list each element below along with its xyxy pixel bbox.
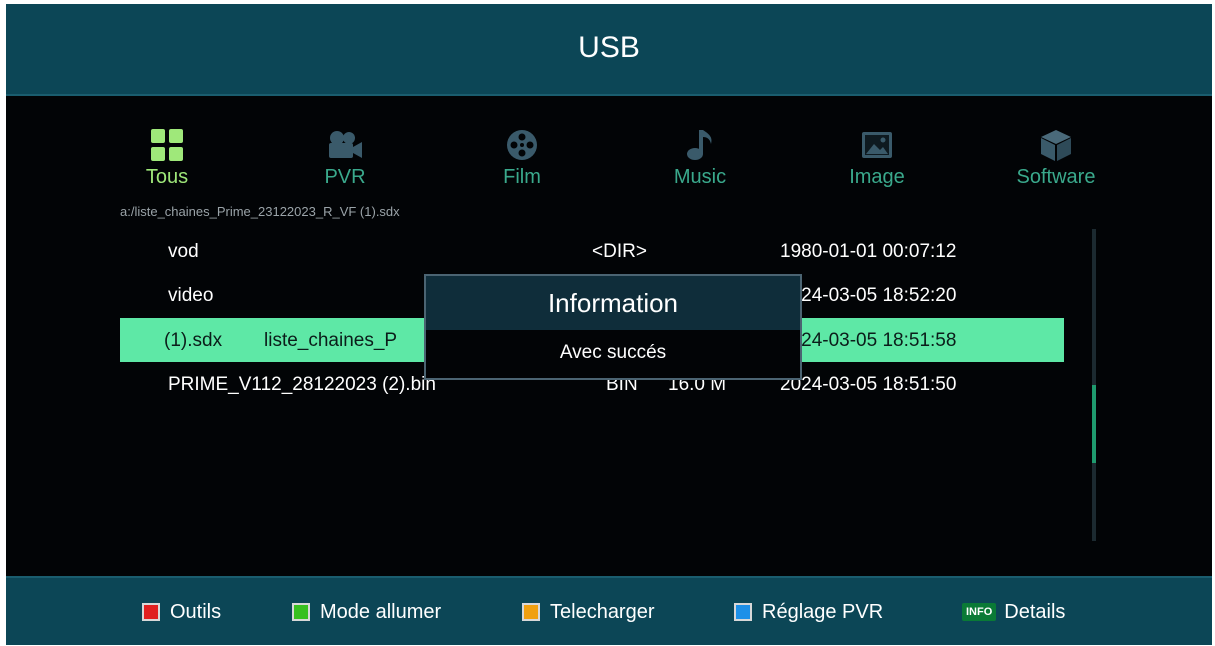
- tab-label: Music: [673, 166, 727, 188]
- tab-pvr[interactable]: PVR: [280, 128, 410, 189]
- music-note-icon: [687, 130, 712, 160]
- key-label: Mode allumer: [320, 600, 442, 623]
- file-name: video: [168, 285, 214, 306]
- camera-icon: [329, 131, 362, 158]
- key-label: Outils: [170, 600, 222, 623]
- tab-label: Film: [503, 166, 541, 188]
- tab-software[interactable]: Software: [991, 128, 1121, 189]
- page-title: USB: [578, 31, 640, 64]
- tab-label: Software: [1016, 166, 1096, 188]
- yellow-button-icon: [522, 603, 540, 621]
- information-dialog: Information Avec succés: [424, 274, 802, 380]
- tab-label: Tous: [145, 166, 189, 188]
- package-icon: [1041, 130, 1071, 161]
- green-key-mode-allumer[interactable]: Mode allumer: [292, 596, 441, 628]
- green-button-icon: [292, 603, 310, 621]
- yellow-key-telecharger[interactable]: Telecharger: [522, 596, 655, 628]
- file-type: <DIR>: [592, 241, 647, 262]
- info-key-details[interactable]: INFO Details: [962, 596, 1065, 628]
- tab-tous[interactable]: Tous: [102, 128, 232, 189]
- file-name: PRIME_V112_28122023 (2).bin: [168, 374, 436, 395]
- file-date: 1980-01-01 00:07:12: [780, 241, 957, 262]
- grid-icon: [151, 129, 183, 161]
- blue-button-icon: [734, 603, 752, 621]
- file-row[interactable]: vod <DIR> 1980-01-01 00:07:12: [120, 229, 1064, 273]
- tab-image[interactable]: Image: [812, 128, 942, 189]
- key-label: Telecharger: [550, 600, 655, 623]
- scrollbar-thumb[interactable]: [1092, 385, 1096, 463]
- file-name: (1).sdx: [164, 330, 223, 351]
- tab-label: Image: [849, 166, 905, 188]
- key-label: Details: [1004, 600, 1066, 623]
- picture-icon: [862, 132, 892, 158]
- file-name: vod: [168, 241, 199, 262]
- tab-film[interactable]: Film: [457, 128, 587, 189]
- film-reel-icon: [507, 130, 537, 160]
- file-date: 2024-03-05 18:51:58: [780, 330, 957, 351]
- red-button-icon: [142, 603, 160, 621]
- blue-key-reglage-pvr[interactable]: Réglage PVR: [734, 596, 883, 628]
- dialog-title: Information: [547, 288, 679, 318]
- tab-label: PVR: [324, 166, 366, 188]
- current-path: a:/liste_chaines_Prime_23122023_R_VF (1)…: [120, 204, 400, 219]
- screen: USB Tous PVR Film Music Image Software a…: [6, 4, 1212, 645]
- dialog-message: Avec succés: [426, 330, 800, 378]
- header-bar: USB: [6, 4, 1212, 96]
- key-label: Réglage PVR: [762, 600, 884, 623]
- file-date: 2024-03-05 18:51:50: [780, 374, 957, 395]
- red-key-outils[interactable]: Outils: [142, 596, 221, 628]
- file-name-full: liste_chaines_P: [264, 330, 398, 351]
- footer-bar: Outils Mode allumer Telecharger Réglage …: [6, 576, 1212, 645]
- info-badge-icon: INFO: [962, 603, 997, 621]
- tab-music[interactable]: Music: [635, 128, 765, 189]
- file-date: 2024-03-05 18:52:20: [780, 285, 957, 306]
